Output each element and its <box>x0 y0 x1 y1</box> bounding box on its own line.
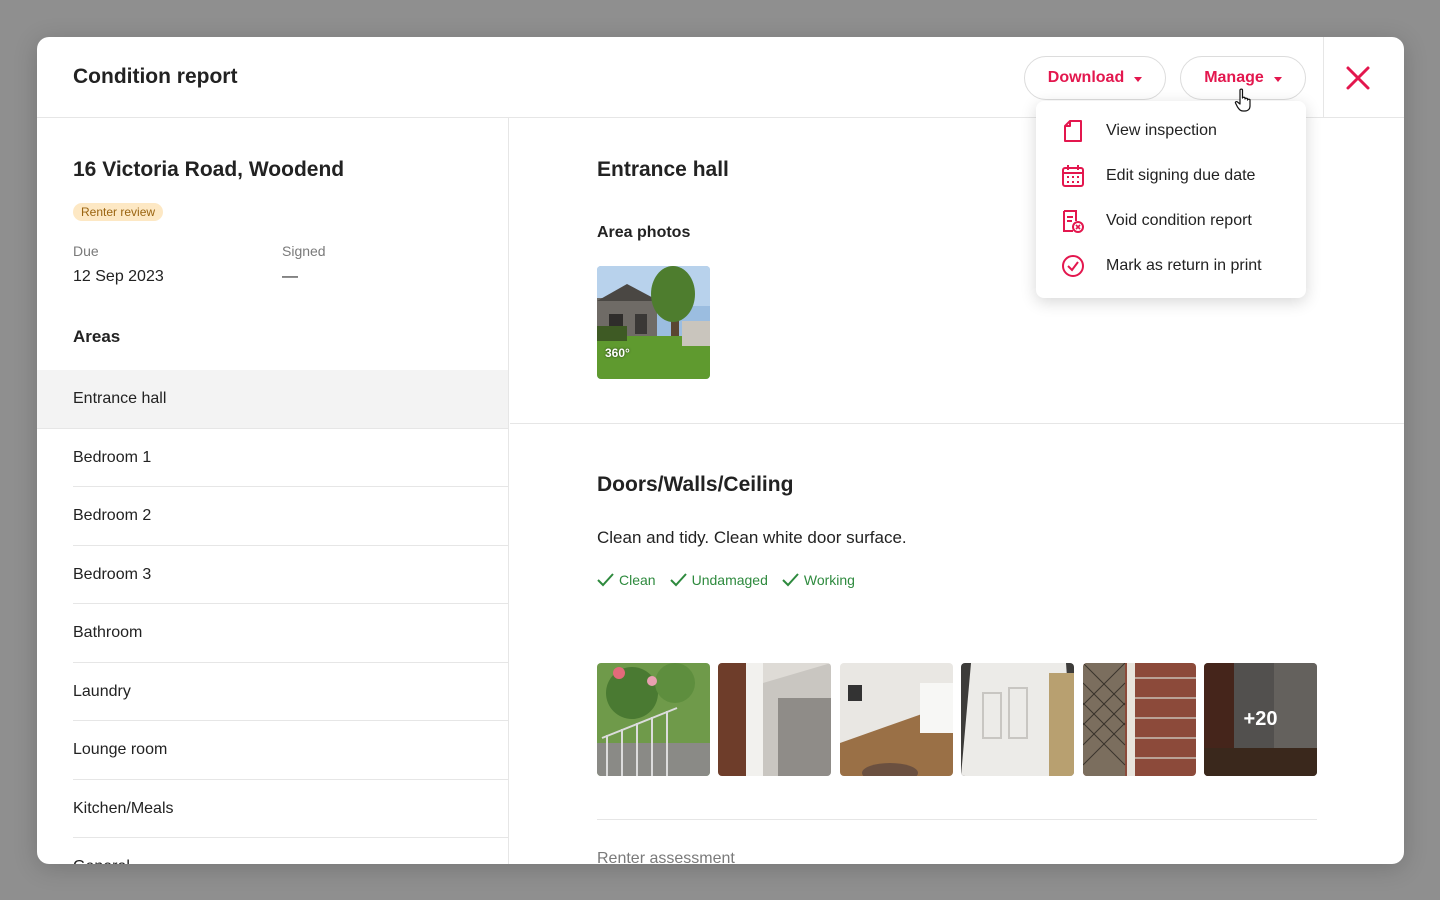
photo-thumbnail[interactable] <box>1083 663 1196 776</box>
photo-thumbnail[interactable] <box>961 663 1074 776</box>
calendar-icon <box>1060 163 1086 189</box>
area-item-bedroom-3[interactable]: Bedroom 3 <box>37 546 508 605</box>
panorama-photo <box>597 266 710 379</box>
area-photos-label: Area photos <box>597 224 691 241</box>
menu-item-label: View inspection <box>1106 121 1217 139</box>
check-circle-icon <box>1060 253 1086 279</box>
condition-report-modal: Condition report Download Manage 16 Vict… <box>37 37 1404 864</box>
area-item-bedroom-2[interactable]: Bedroom 2 <box>37 487 508 546</box>
item-title: Doors/Walls/Ceiling <box>597 473 794 496</box>
panorama-360-icon: 360° <box>605 346 630 360</box>
photo <box>597 663 710 776</box>
sidebar: 16 Victoria Road, Woodend Renter review … <box>37 118 509 864</box>
chevron-down-icon <box>1273 76 1282 82</box>
area-item-entrance-hall[interactable]: Entrance hall <box>37 370 508 429</box>
chevron-down-icon <box>1134 76 1143 82</box>
menu-item-void-condition-report[interactable]: Void condition report <box>1036 198 1306 243</box>
header-divider <box>1323 37 1324 118</box>
menu-item-mark-as-return-in-print[interactable]: Mark as return in print <box>1036 243 1306 288</box>
manage-label: Manage <box>1204 69 1264 86</box>
renter-assessment-label: Renter assessment <box>597 850 735 864</box>
manage-dropdown-menu: View inspection Edit signing due date Vo… <box>1036 101 1306 298</box>
section-divider <box>510 423 1404 424</box>
areas-title: Areas <box>73 327 121 346</box>
area-title: Entrance hall <box>597 158 729 181</box>
photo-thumbnail[interactable] <box>718 663 831 776</box>
property-address: 16 Victoria Road, Woodend <box>73 158 345 181</box>
menu-item-label: Edit signing due date <box>1106 166 1256 184</box>
photo <box>1083 663 1196 776</box>
photo-thumbnail[interactable] <box>840 663 953 776</box>
check-icon <box>782 573 799 587</box>
panorama-thumbnail[interactable]: 360° <box>597 266 710 379</box>
menu-item-edit-signing-due-date[interactable]: Edit signing due date <box>1036 153 1306 198</box>
divider <box>597 819 1317 820</box>
status-badge: Renter review <box>73 203 164 221</box>
menu-item-view-inspection[interactable]: View inspection <box>1036 108 1306 153</box>
modal-title: Condition report <box>73 65 238 88</box>
due-label: Due <box>73 243 99 259</box>
signed-value: — <box>282 268 298 285</box>
photo <box>840 663 953 776</box>
hand-cursor-icon <box>1234 88 1251 112</box>
photo-thumbnail[interactable] <box>597 663 710 776</box>
tag-working: Working <box>782 572 855 588</box>
area-item-bedroom-1[interactable]: Bedroom 1 <box>37 429 508 488</box>
photo <box>961 663 1074 776</box>
item-description: Clean and tidy. Clean white door surface… <box>597 528 907 547</box>
close-button[interactable] <box>1343 63 1373 93</box>
area-list: Entrance hall Bedroom 1 Bedroom 2 Bedroo… <box>37 370 508 864</box>
condition-tags: Clean Undamaged Working <box>597 572 855 588</box>
menu-item-label: Void condition report <box>1106 211 1252 229</box>
void-document-icon <box>1060 208 1086 234</box>
photo <box>718 663 831 776</box>
area-item-lounge-room[interactable]: Lounge room <box>37 721 508 780</box>
due-value: 12 Sep 2023 <box>73 268 164 285</box>
more-photos-thumbnail[interactable]: +20 <box>1204 663 1317 776</box>
close-icon <box>1346 66 1370 90</box>
area-item-general[interactable]: General <box>37 838 508 864</box>
area-item-kitchen-meals[interactable]: Kitchen/Meals <box>37 780 508 839</box>
check-icon <box>597 573 614 587</box>
download-label: Download <box>1047 69 1125 86</box>
area-item-laundry[interactable]: Laundry <box>37 663 508 722</box>
more-photos-count: +20 <box>1243 708 1278 730</box>
check-icon <box>669 573 687 587</box>
area-item-bathroom[interactable]: Bathroom <box>37 604 508 663</box>
download-button[interactable]: Download <box>1024 56 1166 100</box>
menu-item-label: Mark as return in print <box>1106 256 1262 274</box>
tag-undamaged: Undamaged <box>669 572 768 588</box>
tag-clean: Clean <box>597 572 656 588</box>
document-icon <box>1060 118 1086 144</box>
signed-label: Signed <box>282 243 326 259</box>
